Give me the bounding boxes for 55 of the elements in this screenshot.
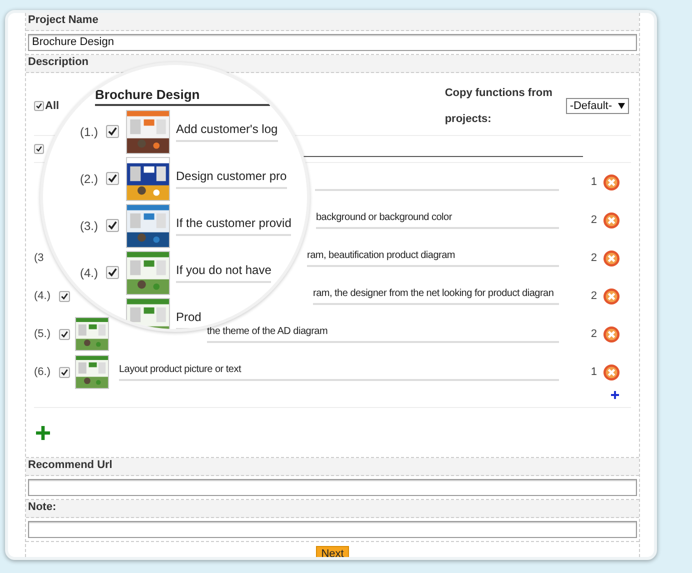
task-field[interactable]: Add customer's log xyxy=(176,122,278,142)
checkbox[interactable] xyxy=(59,366,70,378)
task-field[interactable]: Prod xyxy=(176,310,202,329)
item-count: 2 xyxy=(590,290,598,302)
item-number: (1.) xyxy=(80,124,99,138)
item-number: (4.) xyxy=(34,290,52,302)
checkbox[interactable] xyxy=(106,125,119,138)
field-label: Project Name xyxy=(26,13,639,31)
item-count: 1 xyxy=(590,176,598,188)
checkbox[interactable] xyxy=(59,328,70,340)
delete-icon[interactable] xyxy=(603,288,620,304)
task-field[interactable]: If you do not have xyxy=(176,262,272,282)
item-count: 2 xyxy=(590,252,598,264)
delete-icon[interactable] xyxy=(603,250,620,266)
task-field[interactable]: Layout product picture or text xyxy=(119,363,559,381)
item-count: 1 xyxy=(590,366,598,378)
project-select[interactable]: -Default- xyxy=(566,98,629,114)
item-count: 2 xyxy=(590,214,598,226)
task-field[interactable]: If the customer provid xyxy=(176,216,292,236)
checkbox[interactable] xyxy=(106,219,119,232)
checkbox[interactable] xyxy=(59,290,70,302)
checkbox[interactable] xyxy=(34,144,44,154)
add-icon[interactable] xyxy=(611,391,619,399)
checkbox[interactable] xyxy=(34,101,44,111)
item-number: (3 xyxy=(34,252,45,264)
note-field[interactable] xyxy=(28,521,637,538)
item-number: (2.) xyxy=(80,172,99,186)
item-number: (6.) xyxy=(34,366,52,378)
copy-label: projects: xyxy=(444,113,492,125)
url-field[interactable] xyxy=(28,479,637,496)
item-count: 2 xyxy=(590,328,598,340)
checkbox[interactable] xyxy=(106,172,119,185)
item-number: (4.) xyxy=(80,266,99,280)
delete-icon[interactable] xyxy=(603,212,620,228)
project-title: Brochure Design xyxy=(95,87,270,106)
task-field[interactable]: ram, the designer from the net looking for product diagran xyxy=(313,287,559,305)
task-field[interactable]: the theme of the AD diagram xyxy=(207,325,559,343)
add-icon[interactable] xyxy=(36,426,50,440)
next-button[interactable]: Next xyxy=(316,546,349,557)
task-field[interactable]: ram, beautification product diagram xyxy=(307,249,559,267)
field-label: Recommend Url xyxy=(26,458,639,476)
delete-icon[interactable] xyxy=(603,174,620,190)
checkbox-label: All xyxy=(45,100,60,112)
field-label: Description xyxy=(26,55,639,73)
task-field[interactable]: Design customer pro xyxy=(176,168,287,188)
delete-icon[interactable] xyxy=(603,326,620,342)
item-number: (5.) xyxy=(34,328,52,340)
copy-label: Copy functions from xyxy=(444,87,554,99)
checkbox[interactable] xyxy=(106,266,119,279)
delete-icon[interactable] xyxy=(603,364,620,380)
item-number: (3.) xyxy=(80,218,99,232)
task-field[interactable]: background or background color xyxy=(316,211,559,229)
project-name-field[interactable]: Brochure Design xyxy=(28,34,637,51)
field-label: Note: xyxy=(26,500,639,518)
caret-icon[interactable] xyxy=(618,103,625,109)
